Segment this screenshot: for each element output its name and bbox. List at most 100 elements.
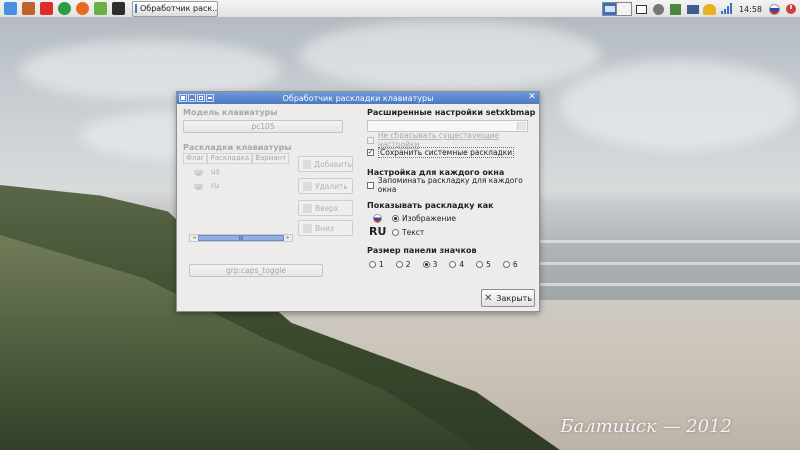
remember-per-window-label: Запоминать раскладку для каждого окна	[377, 176, 523, 194]
signal-strength-icon[interactable]	[720, 2, 734, 16]
chrome-icon[interactable]	[56, 1, 72, 17]
setxkbmap-section-title: Расширенные настройки setxkbmap	[367, 108, 536, 117]
panel-size-radio[interactable]	[422, 260, 430, 268]
keyboard-model-button[interactable]: pc105	[183, 120, 343, 133]
close-button[interactable]: ✕ Закрыть	[481, 289, 535, 307]
show-as-section-title: Показывать раскладку как	[367, 201, 494, 210]
no-reset-checkbox[interactable]	[367, 136, 374, 144]
keyboard-layouts-label: Раскладки клавиатуры	[183, 143, 292, 152]
remember-per-window-option[interactable]: Запоминать раскладку для каждого окна	[367, 176, 537, 194]
panel-size-option-2[interactable]: 2	[395, 258, 411, 270]
remember-per-window-checkbox[interactable]	[367, 181, 374, 189]
panel-size-radio[interactable]	[449, 260, 457, 268]
show-as-image-label: Изображение	[402, 213, 456, 223]
move-up-button[interactable]: Вверх	[298, 200, 353, 216]
panel-size-label: 1	[379, 259, 384, 269]
minus-icon	[303, 181, 312, 191]
yandex-browser-icon[interactable]	[38, 1, 54, 17]
taskbar: Обработчик раск... 14:58	[0, 0, 800, 18]
horizontal-scrollbar[interactable]: ◂ III ▸	[189, 234, 293, 242]
column-variant[interactable]: Вариант	[252, 153, 290, 164]
layout-name: ru	[211, 180, 219, 190]
panel-size-label: 6	[512, 259, 518, 269]
panel-size-radio[interactable]	[476, 260, 484, 268]
panel-size-label: 5	[486, 259, 491, 269]
terminal-icon[interactable]	[110, 1, 126, 17]
show-as-image-radio[interactable]	[392, 214, 399, 222]
scrollbar-thumb[interactable]: III	[198, 235, 284, 242]
keyboard-model-label: Модель клавиатуры	[183, 108, 278, 117]
desktop-2[interactable]	[617, 3, 631, 15]
panel-size-radio[interactable]	[502, 260, 510, 268]
terminal-icon-glyph	[111, 2, 125, 15]
chrome-icon-glyph	[57, 2, 71, 15]
show-as-text-label: Текст	[402, 227, 425, 237]
panel-size-option-3[interactable]: 3	[422, 258, 438, 270]
task-button-label: Обработчик раск...	[140, 4, 218, 13]
column-layout[interactable]: Раскладка	[207, 153, 253, 164]
arrow-up-icon	[303, 203, 312, 213]
panel-size-label: 2	[405, 259, 411, 269]
remove-layout-button[interactable]: Удалить	[298, 178, 353, 194]
panel-size-label: 3	[432, 259, 438, 269]
archive-icon[interactable]	[20, 1, 36, 17]
wallpaper-caption: Балтийск — 2012	[560, 416, 732, 437]
combo-arrow-icon[interactable]	[517, 122, 526, 130]
flag-icon	[194, 166, 203, 176]
close-button-label: Закрыть	[496, 293, 533, 303]
arrow-down-icon	[303, 223, 312, 233]
clock[interactable]: 14:58	[737, 5, 764, 14]
panel-size-label: 4	[459, 259, 465, 269]
russian-flag-icon	[373, 214, 382, 223]
home-folder-icon-glyph	[3, 2, 17, 15]
image-viewer-icon[interactable]	[669, 2, 683, 16]
desktop-pager[interactable]	[601, 2, 632, 16]
archive-icon-glyph	[21, 2, 35, 15]
panel-size-radio[interactable]	[369, 260, 376, 268]
show-as-text-radio[interactable]	[392, 228, 399, 236]
keep-system-layouts-option[interactable]: ✓ Сохранить системные раскладки	[367, 146, 537, 158]
scroll-left-icon[interactable]: ◂	[190, 235, 198, 241]
column-flag[interactable]: Флаг	[183, 153, 208, 164]
panel-size-option-4[interactable]: 4	[449, 258, 464, 270]
show-as-text-option[interactable]: Текст	[392, 226, 424, 238]
russian-flag-icon[interactable]	[767, 2, 781, 16]
keep-system-layouts-checkbox[interactable]: ✓	[367, 148, 374, 156]
panel-size-radio[interactable]	[395, 260, 403, 268]
network-icon[interactable]	[686, 2, 700, 16]
add-layout-button[interactable]: Добавить	[298, 156, 353, 172]
plus-icon	[303, 159, 312, 169]
show-desktop-icon[interactable]	[635, 2, 649, 16]
firefox-icon[interactable]	[74, 1, 90, 17]
close-x-icon: ✕	[483, 292, 493, 304]
move-down-button[interactable]: Вниз	[298, 220, 353, 236]
system-tray: 14:58	[601, 1, 798, 17]
setxkbmap-options-combo[interactable]	[367, 120, 528, 132]
panel-size-section-title: Размер панели значков	[367, 246, 477, 255]
power-icon[interactable]	[784, 2, 798, 16]
panel-size-option-5[interactable]: 5	[476, 258, 491, 270]
show-as-image-option[interactable]: Изображение	[392, 212, 456, 224]
desktop-1[interactable]	[602, 3, 618, 15]
home-folder-icon[interactable]	[2, 1, 18, 17]
keyboard-layout-dialog: Обработчик раскладки клавиатуры ✕ Модель…	[176, 91, 540, 312]
panel-size-option-6[interactable]: 6	[502, 258, 518, 270]
left-panel: Модель клавиатуры pc105 Раскладки клавиа…	[183, 108, 353, 277]
switch-option-button[interactable]: grp:caps_toggle	[189, 264, 323, 277]
close-icon[interactable]: ✕	[527, 93, 537, 102]
feather-editor-icon[interactable]	[92, 1, 108, 17]
right-panel: Расширенные настройки setxkbmap Не сбрас…	[367, 108, 537, 270]
updates-icon[interactable]	[703, 2, 717, 16]
yandex-browser-icon-glyph	[39, 2, 53, 15]
screenshot-icon[interactable]	[652, 2, 666, 16]
firefox-icon-glyph	[75, 2, 89, 15]
task-button-layout-handler[interactable]: Обработчик раск...	[132, 0, 218, 17]
dialog-titlebar[interactable]: Обработчик раскладки клавиатуры ✕	[177, 92, 539, 104]
no-reset-option[interactable]: Не сбрасывать существующие настройки	[367, 131, 537, 149]
panel-size-radios: 1 2 3 4 5 6	[367, 258, 537, 270]
launcher-bar	[0, 1, 126, 17]
dialog-title: Обработчик раскладки клавиатуры	[282, 93, 434, 103]
ru-text-sample: RU	[369, 225, 387, 238]
scroll-right-icon[interactable]: ▸	[284, 235, 292, 241]
panel-size-option-1[interactable]: 1	[369, 258, 384, 270]
